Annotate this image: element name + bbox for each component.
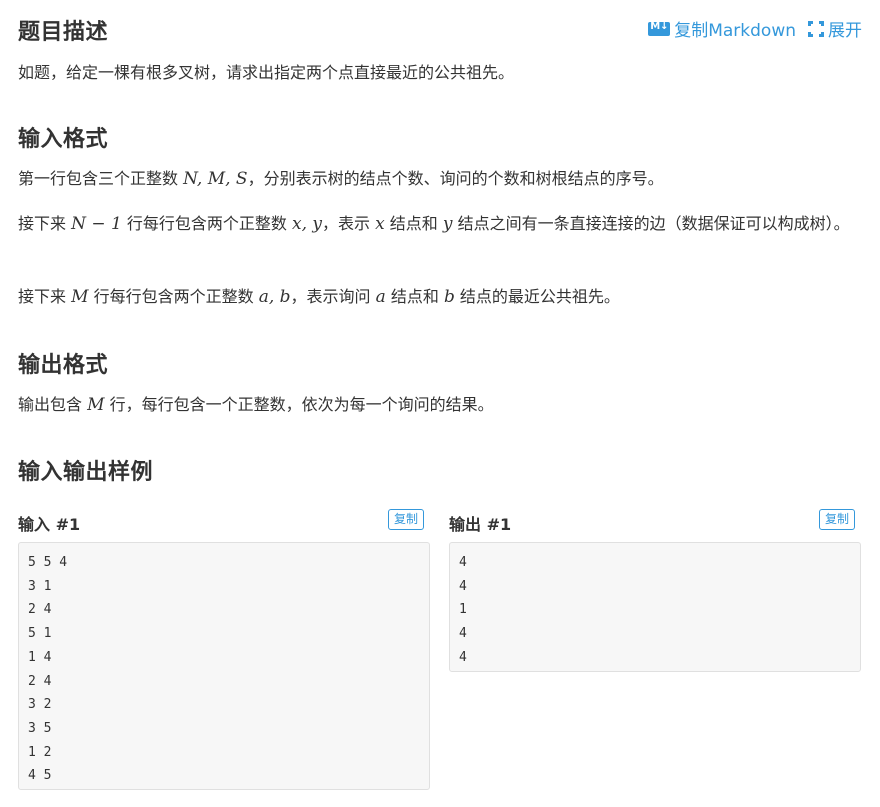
code-line: 2 4 bbox=[28, 602, 52, 618]
copy-markdown-label: 复制Markdown bbox=[674, 21, 796, 41]
description-text: 如题，给定一棵有根多叉树，请求出指定两个点直接最近的公共祖先。 bbox=[18, 63, 515, 82]
code-line: 4 bbox=[459, 649, 467, 665]
copy-output-button[interactable]: 复制 bbox=[819, 509, 856, 530]
toolbar: 复制Markdown 展开 bbox=[648, 16, 862, 41]
output-format-title: 输出格式 bbox=[18, 353, 109, 378]
code-line: 4 bbox=[459, 555, 467, 570]
sample-output-label: 输出 #1 bbox=[449, 515, 512, 534]
math-ab: a, b bbox=[258, 287, 291, 307]
code-line: 1 4 bbox=[28, 649, 52, 665]
copy-markdown-button[interactable]: 复制Markdown bbox=[648, 16, 796, 41]
samples-title: 输入输出样例 bbox=[18, 460, 154, 485]
input-format-paragraph-2: 接下来 N − 1 行每行包含两个正整数 x, y，表示 x 结点和 y 结点之… bbox=[18, 214, 850, 234]
math-m-output: M bbox=[87, 395, 105, 415]
math-x: x bbox=[375, 214, 385, 234]
code-line: 4 bbox=[459, 626, 467, 642]
code-line: 3 1 bbox=[28, 578, 52, 594]
code-line: 4 bbox=[459, 578, 467, 594]
input-format-title: 输入格式 bbox=[18, 127, 109, 152]
math-n-minus-1: N − 1 bbox=[71, 214, 122, 234]
copy-input-button[interactable]: 复制 bbox=[388, 509, 425, 530]
input-format-paragraph-1: 第一行包含三个正整数 N, M, S，分别表示树的结点个数、询问的个数和树根结点… bbox=[18, 169, 664, 189]
math-y: y bbox=[442, 214, 453, 234]
math-xy: x, y bbox=[292, 214, 323, 234]
output-format-paragraph: 输出包含 M 行，每行包含一个正整数，依次为每一个询问的结果。 bbox=[18, 395, 494, 415]
code-line: 2 4 bbox=[28, 673, 52, 689]
math-a: a bbox=[375, 287, 386, 307]
expand-button[interactable]: 展开 bbox=[808, 16, 862, 41]
expand-label: 展开 bbox=[828, 21, 862, 41]
sample-input-code[interactable]: 5 5 4 3 1 2 4 5 1 1 4 2 4 3 2 3 5 1 2 4 5 bbox=[18, 542, 430, 790]
code-line: 1 bbox=[459, 602, 467, 618]
page-title: 题目描述 bbox=[18, 20, 109, 45]
math-m: M bbox=[71, 287, 89, 307]
math-nms: N, M, S bbox=[183, 169, 248, 189]
markdown-icon bbox=[648, 21, 671, 36]
code-line: 4 5 bbox=[28, 768, 52, 784]
code-line: 3 2 bbox=[28, 697, 52, 713]
math-b: b bbox=[443, 287, 455, 307]
code-line: 5 1 bbox=[28, 626, 52, 642]
sample-output-code[interactable]: 4 4 1 4 4 bbox=[449, 542, 861, 672]
code-line: 1 2 bbox=[28, 744, 52, 760]
code-line: 3 5 bbox=[28, 720, 52, 736]
code-line: 5 5 4 bbox=[28, 555, 68, 570]
input-format-paragraph-3: 接下来 M 行每行包含两个正整数 a, b，表示询问 a 结点和 b 结点的最近… bbox=[18, 287, 620, 307]
sample-input-label: 输入 #1 bbox=[18, 515, 81, 534]
expand-icon bbox=[808, 20, 824, 37]
